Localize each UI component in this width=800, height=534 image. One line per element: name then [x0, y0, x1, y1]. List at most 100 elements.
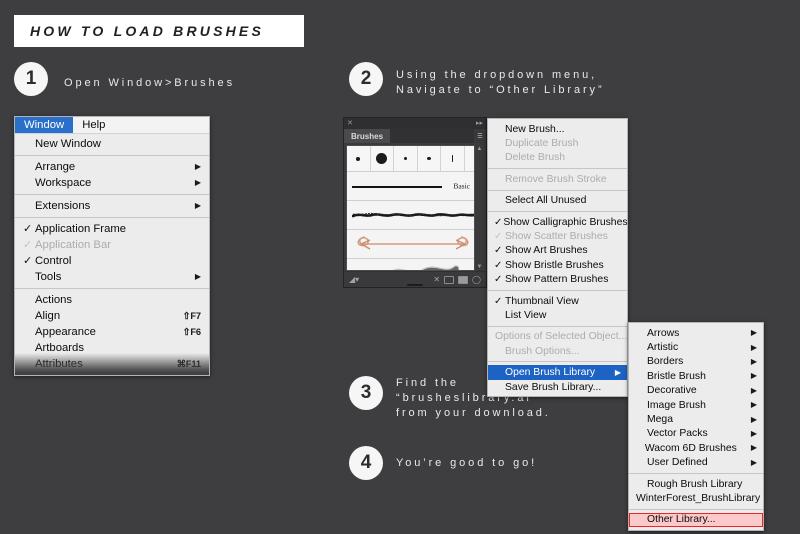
- menu-item-label: Brushes: [35, 374, 176, 375]
- brush-menu-item-duplicate-brush: Duplicate Brush: [488, 136, 627, 150]
- brush-item-bristle[interactable]: 🔈 6.00: [347, 259, 474, 271]
- brush-panel-flyout-menu[interactable]: New Brush... Duplicate Brush Delete Brush R…: [487, 118, 628, 398]
- window-menu-item-artboards[interactable]: Artboards: [15, 340, 209, 356]
- brush-menu-item-show-calligraphic-brushes[interactable]: ✓ Show Calligraphic Brushes: [488, 215, 628, 229]
- library-menu-item-arrows[interactable]: Arrows ▶: [629, 326, 763, 340]
- library-menu-item-image-brush[interactable]: Image Brush ▶: [629, 398, 763, 412]
- step-2-number: 2: [349, 62, 383, 96]
- check-icon: ✓: [23, 374, 34, 375]
- page-title-banner: HOW TO LOAD BRUSHES: [14, 15, 304, 47]
- menu-item-label: Show Scatter Brushes: [505, 231, 608, 243]
- brush-menu-item-show-pattern-brushes[interactable]: ✓ Show Pattern Brushes: [488, 273, 627, 287]
- window-menu-item-attributes[interactable]: Attributes ⌘F11: [15, 356, 209, 372]
- window-menu-item-arrange[interactable]: Arrange ▶: [15, 159, 209, 175]
- scroll-up-icon[interactable]: ▲: [477, 146, 483, 152]
- library-menu-item-wacom-6d-brushes[interactable]: Wacom 6D Brushes ▶: [629, 441, 763, 455]
- brush-item-charcoal[interactable]: [347, 201, 474, 230]
- library-menu-item-mega[interactable]: Mega ▶: [629, 412, 763, 426]
- library-menu-item-artistic[interactable]: Artistic ▶: [629, 340, 763, 354]
- brush-thumbnail-row[interactable]: [347, 146, 474, 172]
- step-1-text: Open Window>Brushes: [64, 77, 235, 89]
- window-menu-item-control[interactable]: ✓ Control: [15, 253, 209, 269]
- chevron-right-icon: ▶: [750, 342, 757, 352]
- page-title: HOW TO LOAD BRUSHES: [30, 23, 264, 39]
- new-brush-icon[interactable]: [458, 275, 469, 284]
- close-icon[interactable]: ✕: [347, 120, 353, 127]
- window-menu-dropdown[interactable]: Window Help New Window Arrange ▶ Workspace ▶ E…: [14, 116, 210, 376]
- scroll-down-icon[interactable]: ▼: [477, 264, 483, 270]
- chevron-right-icon: ▶: [750, 457, 757, 467]
- window-menu-item-tools[interactable]: Tools ▶: [15, 269, 209, 285]
- panel-titlebar[interactable]: ✕ ▸▸: [344, 118, 486, 129]
- brush-thumb-4[interactable]: [418, 146, 441, 171]
- window-menu-item-align[interactable]: Align ⇧F7: [15, 308, 209, 324]
- bristle-stroke-preview: [393, 265, 460, 270]
- window-menu-item-application-frame[interactable]: ✓ Application Frame: [15, 221, 209, 237]
- check-icon: ✓: [494, 231, 503, 243]
- brush-menu-item-show-scatter-brushes: ✓ Show Scatter Brushes: [488, 229, 627, 243]
- library-menu-item-rough-brush-library[interactable]: Rough Brush Library: [629, 477, 763, 491]
- brush-thumb-2[interactable]: [371, 146, 394, 171]
- library-menu-items[interactable]: Arrows ▶ Artistic ▶ Borders ▶ Bristle Brush ▶ De…: [629, 326, 763, 528]
- library-menu-item-user-defined[interactable]: User Defined ▶: [629, 456, 763, 470]
- collapse-icon[interactable]: ▸▸: [476, 120, 483, 127]
- library-menu-item-bristle-brush[interactable]: Bristle Brush ▶: [629, 369, 763, 383]
- window-menu-item-actions[interactable]: Actions: [15, 292, 209, 308]
- menu-item-label: Extensions: [35, 200, 91, 212]
- window-menu-item-appearance[interactable]: Appearance ⇧F6: [15, 324, 209, 340]
- brush-item-basic[interactable]: Basic: [347, 172, 474, 201]
- delete-brush-icon[interactable]: ◯: [472, 275, 481, 284]
- menubar-item-window[interactable]: Window: [15, 117, 74, 133]
- brush-size-value: 6.00: [365, 269, 379, 271]
- brush-menu-item-show-art-brushes[interactable]: ✓ Show Art Brushes: [488, 244, 627, 258]
- brush-label-basic: Basic: [453, 181, 470, 191]
- library-menu-item-other-library[interactable]: Other Library...: [629, 512, 763, 528]
- menu-separator: [15, 194, 209, 195]
- library-menu-item-decorative[interactable]: Decorative ▶: [629, 384, 763, 398]
- panel-tabrow[interactable]: Brushes ☰: [344, 129, 486, 143]
- panel-footer-toolbar[interactable]: ◢▾ ✕ ◯: [344, 271, 486, 287]
- brush-item-arrow[interactable]: [347, 230, 474, 259]
- library-menu-item-winterforest-brushlibrary[interactable]: WinterForest_BrushLibrary: [629, 491, 763, 505]
- brushes-panel[interactable]: ✕ ▸▸ Brushes ☰ Basic ▲ ▼ ◢▾ ✕ ◯: [343, 117, 487, 288]
- chevron-right-icon: ▶: [194, 178, 201, 187]
- window-menu-item-extensions[interactable]: Extensions ▶: [15, 198, 209, 214]
- brush-list[interactable]: Basic: [346, 145, 475, 271]
- window-menu-item-brushes[interactable]: ✓Brushes F5: [15, 372, 209, 375]
- library-menu-item-borders[interactable]: Borders ▶: [629, 355, 763, 369]
- panel-body: Basic ▲ ▼: [344, 143, 486, 271]
- brush-menu-item-thumbnail-view[interactable]: ✓ Thumbnail View: [488, 294, 627, 308]
- brush-library-submenu[interactable]: Arrows ▶ Artistic ▶ Borders ▶ Bristle Brush ▶ De…: [628, 322, 764, 532]
- window-menu-item-workspace[interactable]: Workspace ▶: [15, 175, 209, 191]
- brush-thumb-5[interactable]: [441, 146, 465, 171]
- menu-item-label: Attributes: [35, 358, 83, 370]
- brush-menu-item-open-brush-library[interactable]: Open Brush Library ▶: [488, 365, 627, 380]
- brush-list-scrollbar[interactable]: ▲ ▼: [475, 145, 484, 271]
- brush-thumb-1[interactable]: [347, 146, 371, 171]
- brush-menu-item-save-brush-library[interactable]: Save Brush Library...: [488, 380, 627, 394]
- brush-libraries-menu-icon[interactable]: ◢▾: [349, 275, 359, 284]
- menu-item-label: Actions: [35, 294, 73, 306]
- brush-options-icon[interactable]: [444, 275, 455, 284]
- brush-menu-item-new-brush[interactable]: New Brush...: [488, 122, 627, 136]
- check-icon: ✓: [494, 274, 503, 286]
- panel-resize-grip[interactable]: [407, 284, 423, 286]
- brush-menu-item-list-view[interactable]: List View: [488, 308, 627, 322]
- brush-menu-item-show-bristle-brushes[interactable]: ✓ Show Bristle Brushes: [488, 258, 627, 272]
- menu-item-label: Select All Unused: [505, 195, 587, 207]
- remove-brush-stroke-icon[interactable]: ✕: [433, 275, 440, 284]
- library-menu-item-vector-packs[interactable]: Vector Packs ▶: [629, 427, 763, 441]
- tab-brushes[interactable]: Brushes: [344, 129, 391, 143]
- menu-item-label: Vector Packs: [647, 428, 708, 440]
- step-3-number: 3: [349, 376, 383, 410]
- window-menu-item-new-window[interactable]: New Window: [15, 136, 209, 152]
- menu-item-label: List View: [505, 309, 547, 321]
- menubar-item-help[interactable]: Help: [73, 117, 114, 133]
- menubar[interactable]: Window Help: [15, 117, 209, 134]
- brush-thumb-3[interactable]: [394, 146, 418, 171]
- brush-menu-item-select-all-unused[interactable]: Select All Unused: [488, 194, 627, 208]
- brush-menu-items[interactable]: New Brush... Duplicate Brush Delete Brush R…: [488, 122, 628, 394]
- window-menu-items[interactable]: New Window Arrange ▶ Workspace ▶ Extensions ▶ ✓…: [15, 134, 209, 375]
- menu-item-label: Save Brush Library...: [505, 381, 602, 393]
- panel-menu-icon[interactable]: ☰: [474, 129, 486, 143]
